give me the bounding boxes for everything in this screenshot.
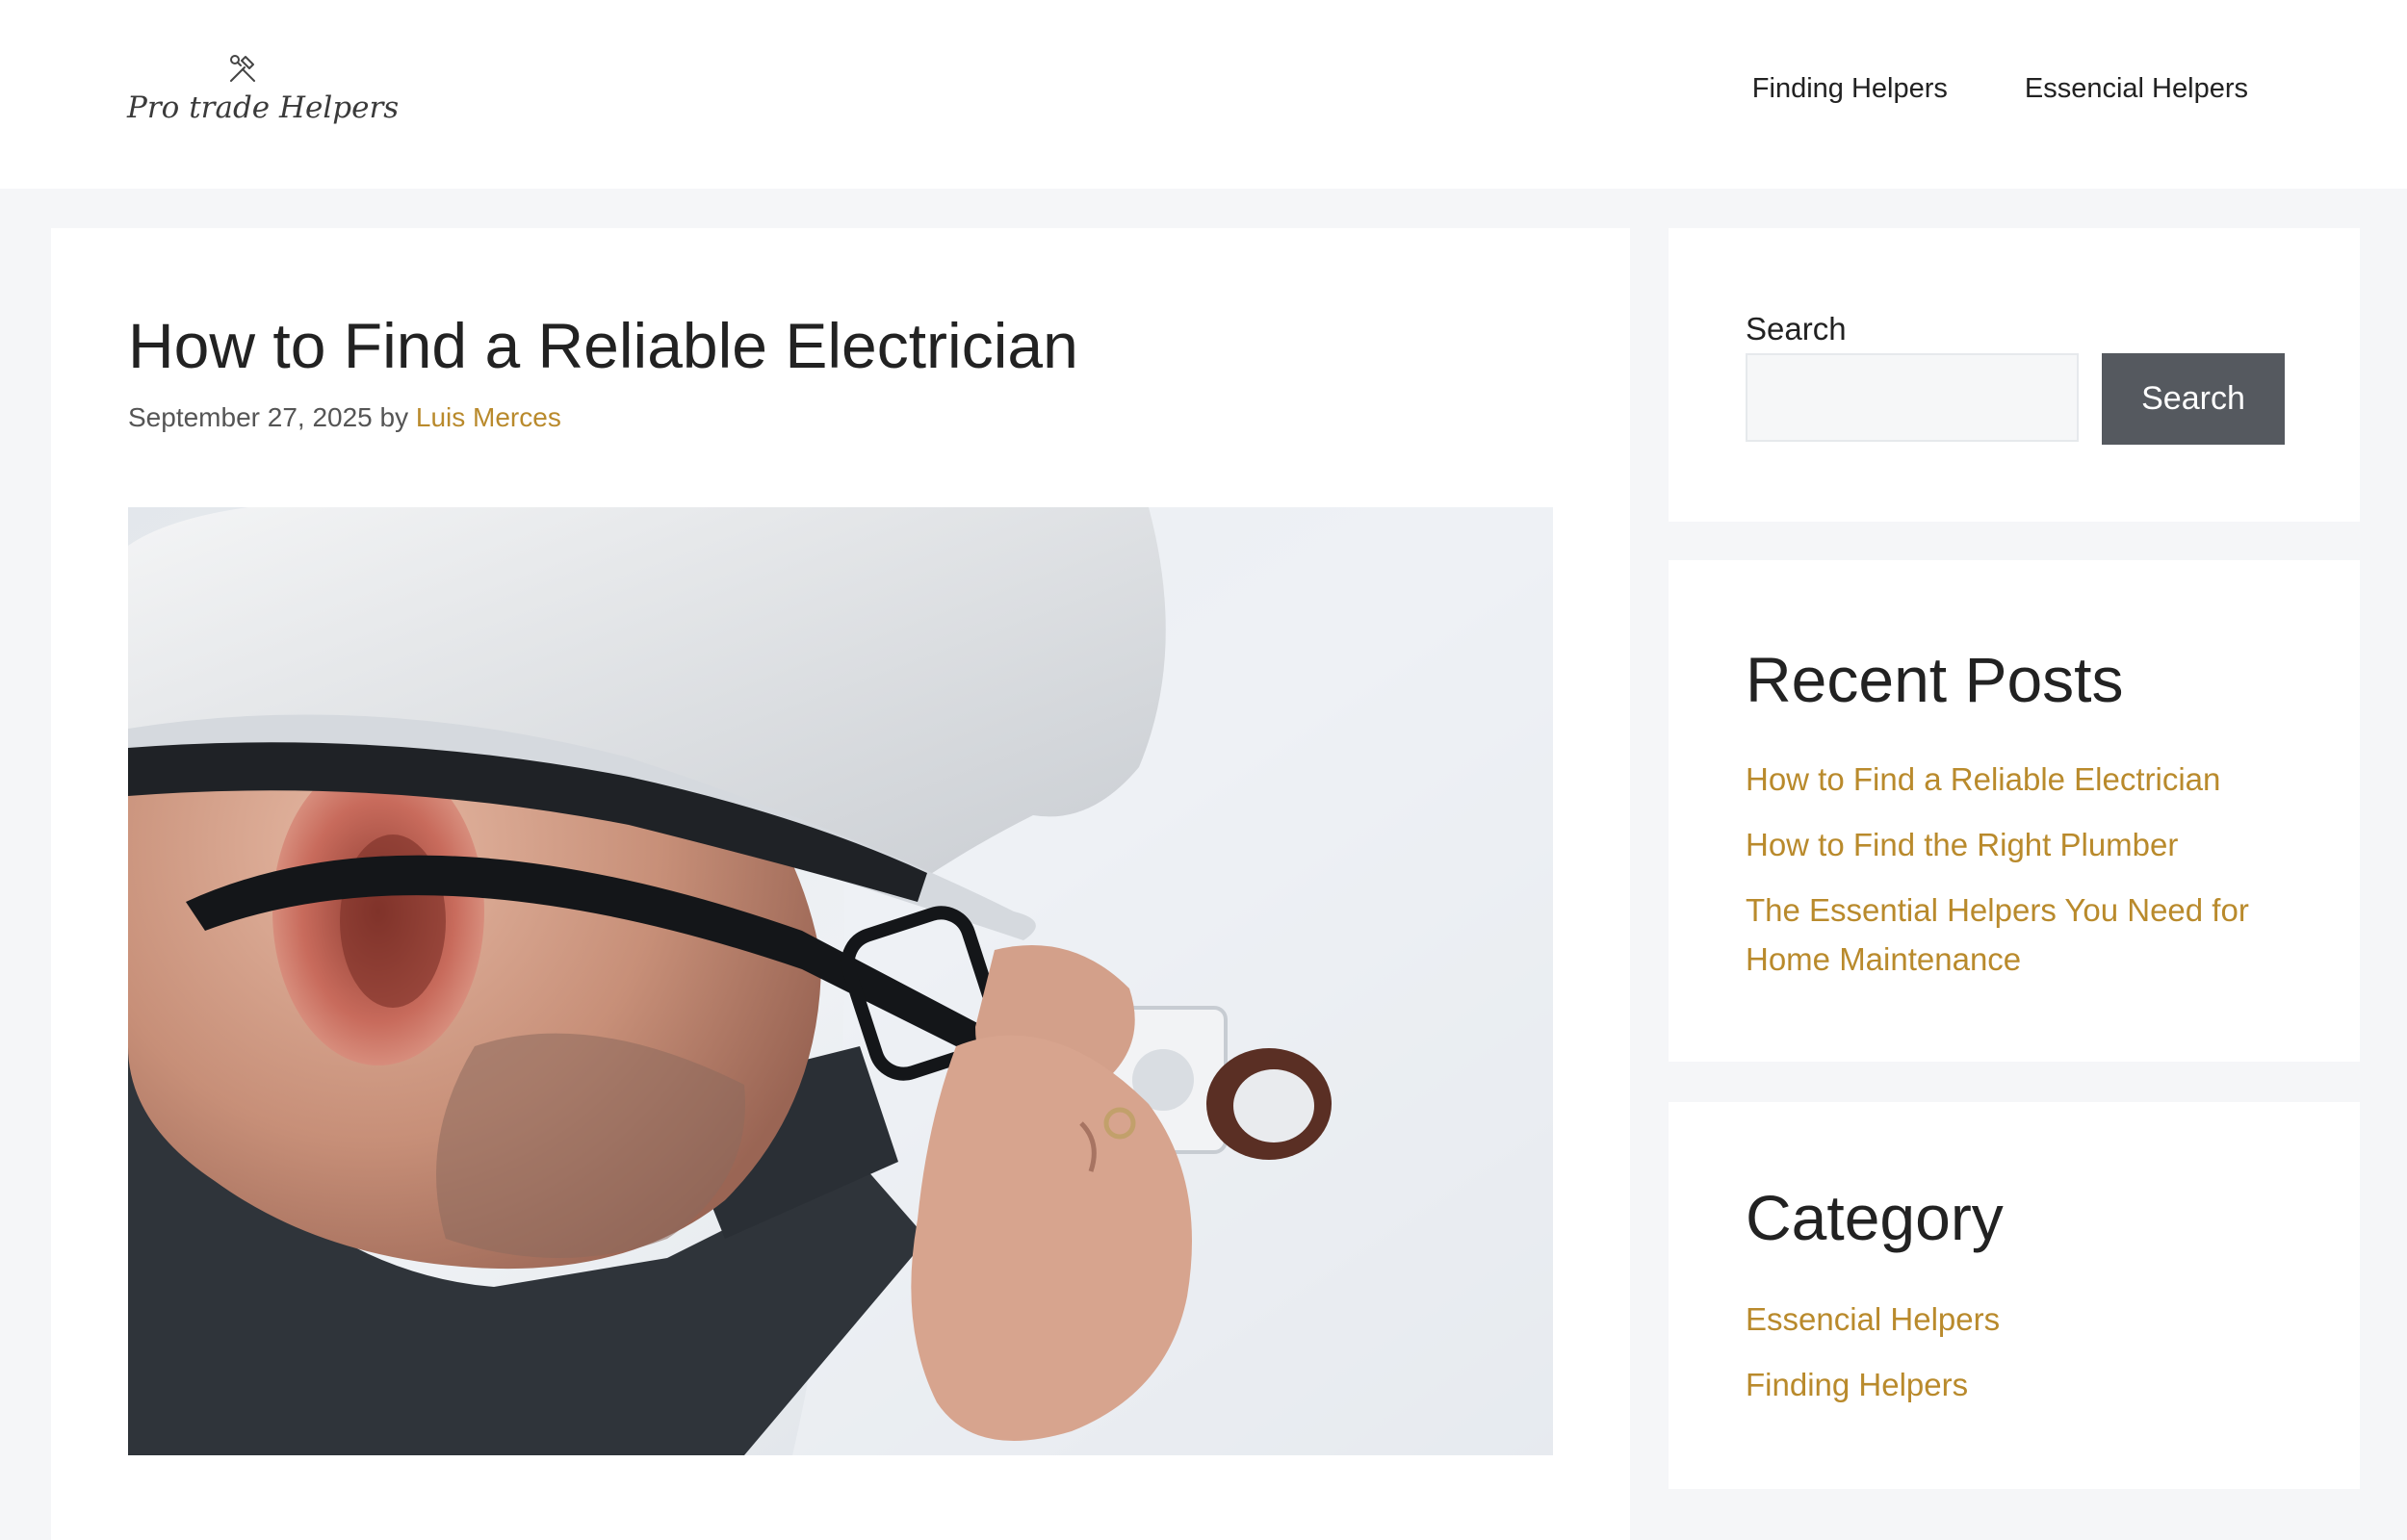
list-item: Essencial Helpers xyxy=(1746,1295,2285,1344)
list-item: Finding Helpers xyxy=(1746,1360,2285,1409)
recent-post-link[interactable]: How to Find the Right Plumber xyxy=(1746,827,2178,862)
main-nav: Finding Helpers Essencial Helpers xyxy=(1752,73,2248,105)
electrician-photo-illustration xyxy=(128,507,1553,1455)
article-card: How to Find a Reliable Electrician Septe… xyxy=(51,228,1630,1540)
search-label: Search xyxy=(1746,311,1847,346)
list-item: How to Find the Right Plumber xyxy=(1746,820,2285,869)
article-title: How to Find a Reliable Electrician xyxy=(128,310,1078,381)
search-button[interactable]: Search xyxy=(2102,353,2285,445)
post-date: September 27, 2025 xyxy=(128,402,373,432)
nav-item-finding-helpers[interactable]: Finding Helpers xyxy=(1752,73,1948,105)
recent-post-link[interactable]: How to Find a Reliable Electrician xyxy=(1746,761,2220,797)
category-widget: Category Essencial Helpers Finding Helpe… xyxy=(1669,1102,2360,1489)
recent-post-link[interactable]: The Essential Helpers You Need for Home … xyxy=(1746,892,2249,977)
hammer-wrench-icon xyxy=(230,55,255,82)
recent-posts-widget: Recent Posts How to Find a Reliable Elec… xyxy=(1669,560,2360,1062)
site-brand[interactable]: Pro trade Helpers xyxy=(127,50,399,125)
featured-image xyxy=(128,507,1553,1455)
list-item: How to Find a Reliable Electrician xyxy=(1746,755,2285,804)
recent-posts-title: Recent Posts xyxy=(1746,644,2124,715)
author-link[interactable]: Luis Merces xyxy=(416,402,561,432)
site-header: Pro trade Helpers Finding Helpers Essenc… xyxy=(0,0,2407,189)
category-title: Category xyxy=(1746,1182,2004,1253)
category-link-finding-helpers[interactable]: Finding Helpers xyxy=(1746,1367,1968,1402)
byline-word: by xyxy=(379,402,409,432)
category-list: Essencial Helpers Finding Helpers xyxy=(1746,1295,2285,1425)
article-meta: September 27, 2025 by Luis Merces xyxy=(128,402,561,433)
search-input[interactable] xyxy=(1746,353,2079,442)
nav-item-essencial-helpers[interactable]: Essencial Helpers xyxy=(2025,73,2248,105)
category-link-essencial-helpers[interactable]: Essencial Helpers xyxy=(1746,1301,2000,1337)
site-title: Pro trade Helpers xyxy=(127,90,400,125)
recent-posts-list: How to Find a Reliable Electrician How t… xyxy=(1746,755,2285,1000)
list-item: The Essential Helpers You Need for Home … xyxy=(1746,886,2285,984)
search-widget: Search Search xyxy=(1669,228,2360,522)
